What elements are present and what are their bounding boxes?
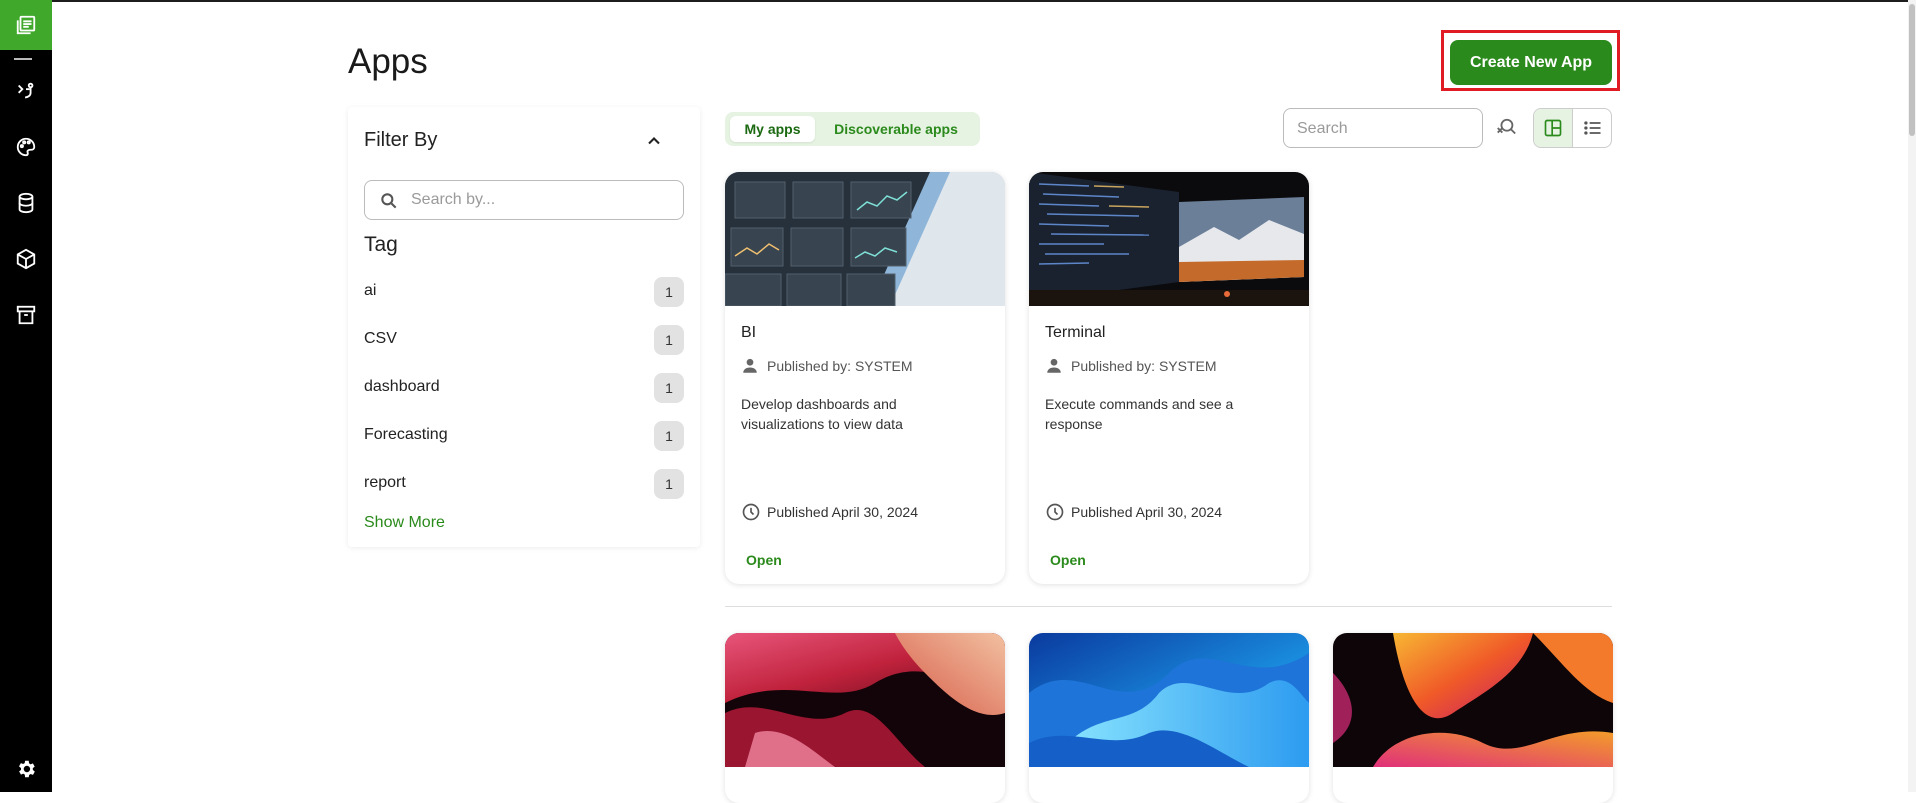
search-icon: [381, 193, 397, 209]
publisher-text: Published by: SYSTEM: [767, 358, 913, 374]
card-image: [725, 633, 1005, 767]
tag-name: Forecasting: [364, 426, 448, 443]
tag-item[interactable]: Forecasting 1: [364, 420, 684, 452]
search-clear-icon[interactable]: [1495, 117, 1517, 139]
search-input[interactable]: Search: [1283, 108, 1483, 148]
scrollbar-thumb[interactable]: [1909, 4, 1915, 136]
person-icon: [743, 358, 757, 373]
left-nav-rail: [0, 0, 52, 792]
tag-name: dashboard: [364, 378, 440, 395]
grid-view-icon: [1544, 119, 1562, 137]
tab-discoverable-apps[interactable]: Discoverable apps: [817, 116, 975, 142]
tag-count-badge: 1: [654, 469, 684, 499]
palette-icon[interactable]: [0, 127, 52, 167]
list-view-icon: [1583, 121, 1600, 135]
chevron-up-icon[interactable]: [644, 131, 664, 151]
tag-name: CSV: [364, 330, 397, 347]
card-description: Execute commands and see a response: [1045, 396, 1234, 432]
clock-icon: [1046, 503, 1064, 521]
open-button[interactable]: Open: [746, 552, 782, 568]
card-image: [1029, 633, 1309, 767]
tag-name: report: [364, 474, 406, 491]
show-more-link[interactable]: Show More: [364, 514, 445, 532]
archive-icon[interactable]: [0, 295, 52, 335]
card-image: [1333, 633, 1613, 767]
gear-icon[interactable]: [0, 749, 52, 789]
create-new-app-button[interactable]: Create New App: [1450, 40, 1612, 85]
filter-title: Filter By: [364, 129, 438, 151]
tag-count-badge: 1: [654, 277, 684, 307]
rail-separator: [14, 58, 32, 60]
app-card[interactable]: [725, 633, 1005, 803]
open-button[interactable]: Open: [1050, 552, 1086, 568]
tag-count-badge: 1: [654, 325, 684, 355]
cube-icon[interactable]: [0, 239, 52, 279]
tag-count-badge: 1: [654, 373, 684, 403]
view-toggle: [1533, 108, 1612, 148]
tag-item[interactable]: dashboard 1: [364, 372, 684, 404]
grid-view-button[interactable]: [1534, 109, 1573, 147]
date-text: Published April 30, 2024: [1071, 504, 1222, 520]
tag-item[interactable]: CSV 1: [364, 324, 684, 356]
tab-my-apps[interactable]: My apps: [730, 116, 815, 142]
app-card[interactable]: [1029, 633, 1309, 803]
card-published-date: Published April 30, 2024: [741, 502, 918, 522]
tag-item[interactable]: report 1: [364, 468, 684, 500]
filter-panel: Filter By Search by... Tag ai 1 CSV 1 da…: [348, 107, 700, 547]
list-view-button[interactable]: [1573, 109, 1611, 147]
filter-search-input[interactable]: Search by...: [364, 180, 684, 220]
app-tabs: My apps Discoverable apps: [725, 112, 980, 146]
tag-count-badge: 1: [654, 421, 684, 451]
app-card[interactable]: [1333, 633, 1613, 803]
app-card-bi[interactable]: BI Published by: SYSTEM Develop dashboar…: [725, 172, 1005, 584]
page-title: Apps: [348, 42, 428, 81]
tag-heading: Tag: [364, 233, 398, 256]
person-icon: [1047, 358, 1061, 373]
clock-icon: [742, 503, 760, 521]
terminal-card-image: [1029, 172, 1309, 306]
window-top-border: [0, 0, 1916, 2]
date-text: Published April 30, 2024: [767, 504, 918, 520]
card-title: BI: [741, 324, 757, 341]
flow-icon[interactable]: [0, 71, 52, 111]
card-publisher: Published by: SYSTEM: [741, 356, 913, 376]
publisher-text: Published by: SYSTEM: [1071, 358, 1217, 374]
section-divider: [725, 606, 1612, 607]
tag-name: ai: [364, 282, 377, 299]
bi-card-image: [725, 172, 1005, 306]
search-placeholder: Search: [1297, 120, 1348, 137]
filter-search-placeholder: Search by...: [411, 191, 496, 208]
card-published-date: Published April 30, 2024: [1045, 502, 1222, 522]
database-icon[interactable]: [0, 183, 52, 223]
tag-item[interactable]: ai 1: [364, 276, 684, 308]
card-description: Develop dashboards and visualizations to…: [741, 396, 903, 432]
library-icon[interactable]: [0, 0, 52, 50]
card-publisher: Published by: SYSTEM: [1045, 356, 1217, 376]
app-card-terminal[interactable]: Terminal Published by: SYSTEM Execute co…: [1029, 172, 1309, 584]
card-title: Terminal: [1045, 324, 1106, 341]
